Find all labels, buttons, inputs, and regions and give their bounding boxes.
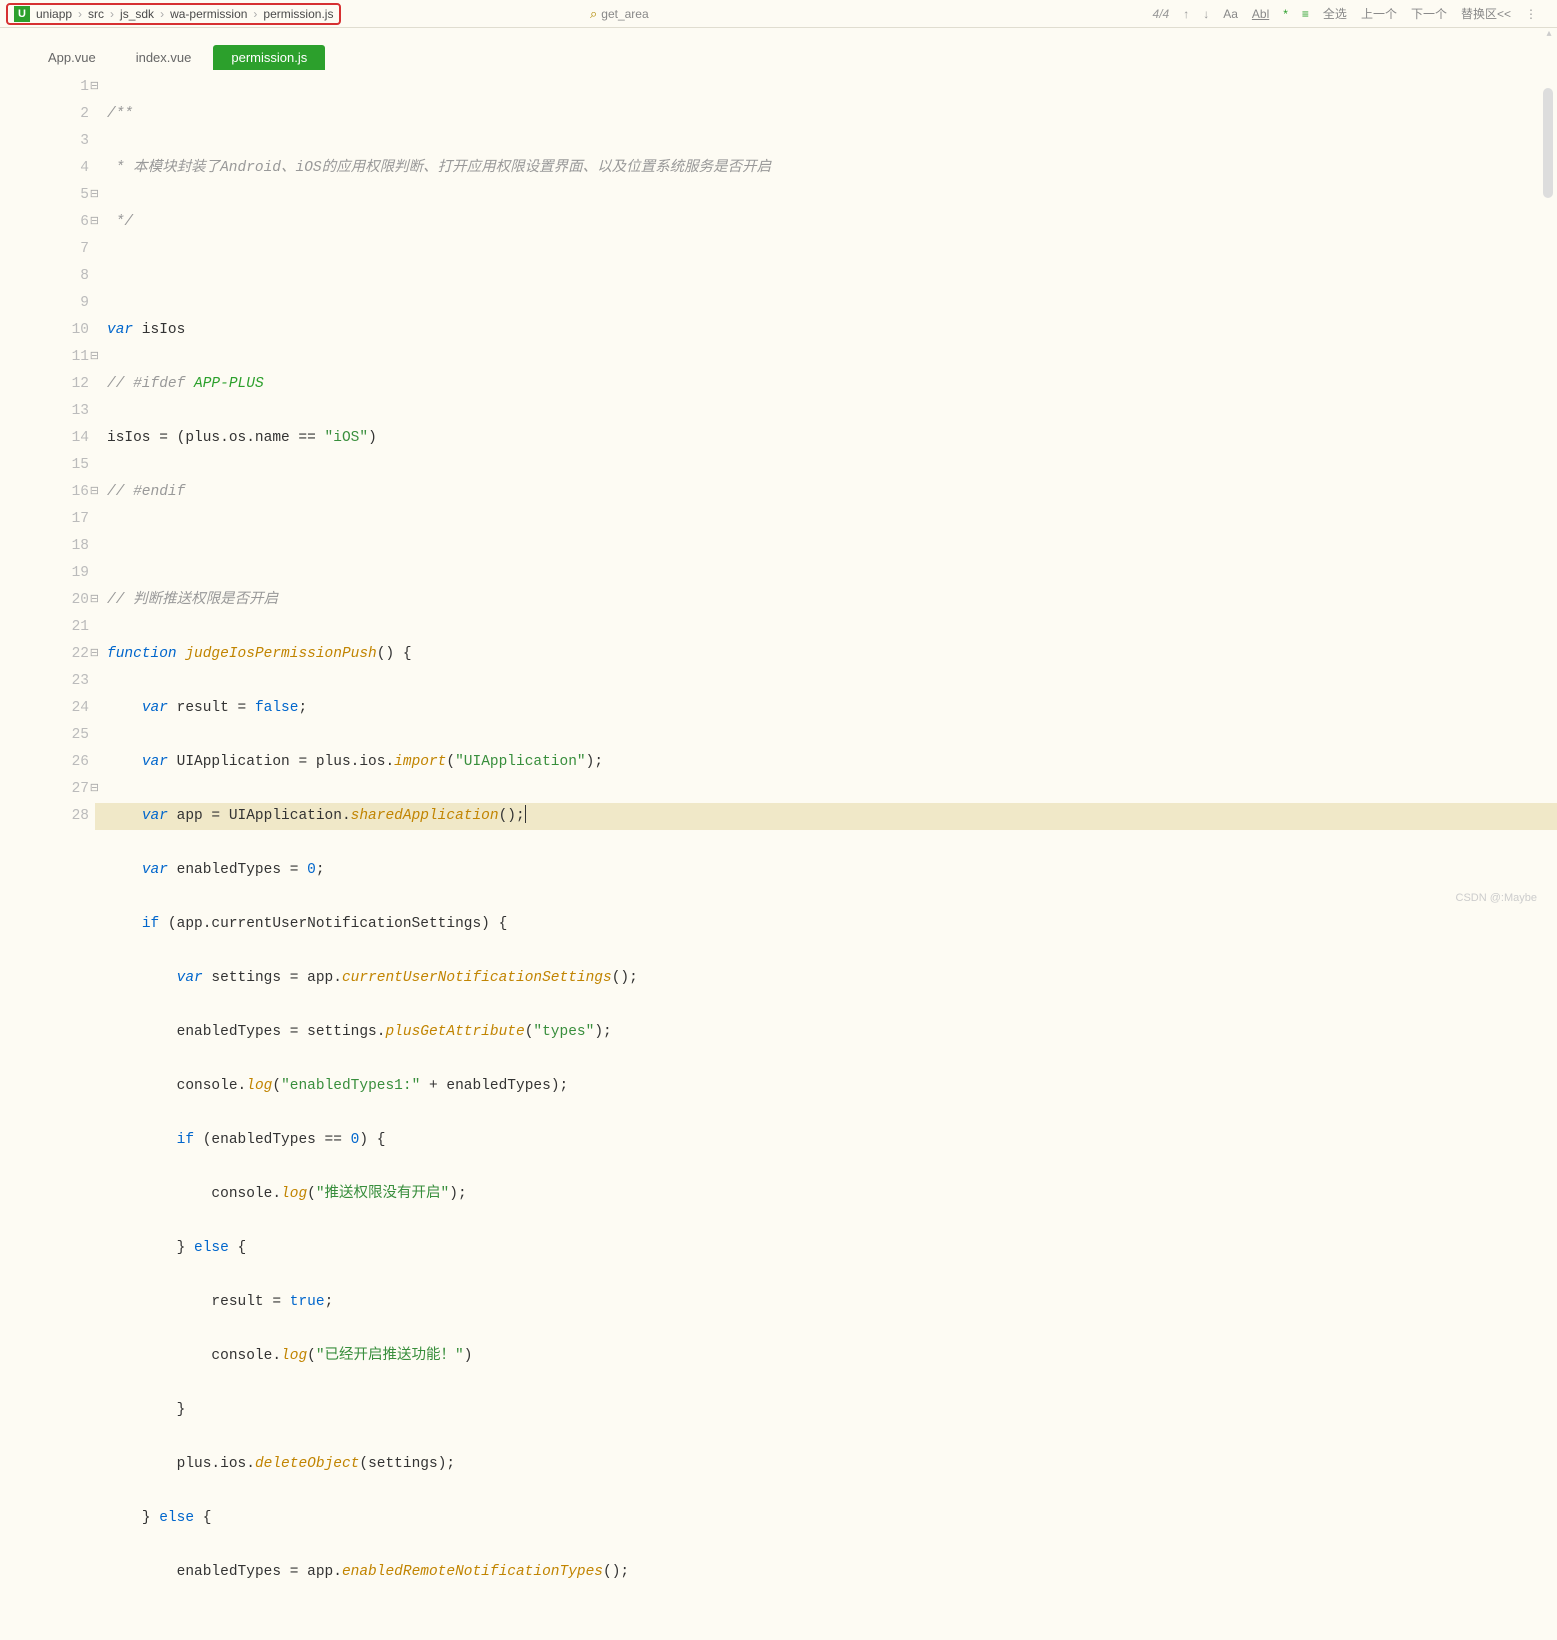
- up-arrow-icon[interactable]: ↑: [1183, 7, 1189, 21]
- breadcrumb-sep: ›: [160, 7, 164, 21]
- breadcrumb-sep: ›: [78, 7, 82, 21]
- more-icon[interactable]: ⋮: [1525, 7, 1537, 21]
- match-case-toggle[interactable]: Aa: [1223, 7, 1238, 21]
- find-toolbar: 4/4 ↑ ↓ Aa Abl * ≡ 全选 上一个 下一个 替换区<< ⋮: [1153, 5, 1537, 22]
- breadcrumb-sep: ›: [110, 7, 114, 21]
- regex-toggle[interactable]: *: [1283, 7, 1288, 21]
- tab-permission-js[interactable]: permission.js: [213, 45, 325, 70]
- breadcrumb-part[interactable]: uniapp: [36, 7, 72, 21]
- top-bar: U uniapp › src › js_sdk › wa-permission …: [0, 0, 1557, 28]
- replace-button[interactable]: 替换区<<: [1461, 5, 1511, 22]
- watermark: CSDN @:Maybe: [1456, 892, 1537, 904]
- next-button[interactable]: 下一个: [1411, 5, 1447, 22]
- breadcrumb-part[interactable]: wa-permission: [170, 7, 247, 21]
- breadcrumb-part[interactable]: permission.js: [263, 7, 333, 21]
- gutter: 1⊟ 2 3 4 5⊟ 6⊟ 7 8 9 10 11⊟ 12 13 14 15 …: [0, 70, 95, 910]
- code-area[interactable]: /** * 本模块封装了Android、iOS的应用权限判断、打开应用权限设置界…: [95, 70, 1557, 910]
- fold-icon[interactable]: ⊟: [90, 479, 99, 506]
- fold-icon[interactable]: ⊟: [90, 587, 99, 614]
- fold-icon[interactable]: ⊟: [90, 74, 99, 101]
- select-all-button[interactable]: 全选: [1323, 5, 1347, 22]
- down-arrow-icon[interactable]: ↓: [1203, 7, 1209, 21]
- fold-icon[interactable]: ⊟: [90, 641, 99, 668]
- tab-app-vue[interactable]: App.vue: [30, 45, 114, 70]
- search-top[interactable]: ⌕ get_area: [590, 6, 649, 22]
- match-count: 4/4: [1153, 7, 1170, 21]
- text-cursor: [525, 805, 526, 823]
- whole-word-toggle[interactable]: Abl: [1252, 7, 1269, 21]
- menu-icon[interactable]: ≡: [1302, 7, 1309, 21]
- fold-icon[interactable]: ⊟: [90, 344, 99, 371]
- fold-icon[interactable]: ⊟: [90, 209, 99, 236]
- search-icon: ⌕: [590, 6, 597, 22]
- vertical-scrollbar[interactable]: ▴: [1542, 28, 1556, 898]
- fold-icon[interactable]: ⊟: [90, 182, 99, 209]
- prev-button[interactable]: 上一个: [1361, 5, 1397, 22]
- scroll-up-icon[interactable]: ▴: [1542, 28, 1556, 42]
- editor[interactable]: 1⊟ 2 3 4 5⊟ 6⊟ 7 8 9 10 11⊟ 12 13 14 15 …: [0, 70, 1557, 910]
- tab-index-vue[interactable]: index.vue: [118, 45, 210, 70]
- scrollbar-thumb[interactable]: [1543, 88, 1553, 198]
- fold-icon[interactable]: ⊟: [90, 776, 99, 803]
- tabs: App.vue index.vue permission.js: [0, 40, 1557, 70]
- breadcrumb-part[interactable]: src: [88, 7, 104, 21]
- search-input[interactable]: get_area: [601, 7, 648, 21]
- uniapp-icon: U: [14, 6, 30, 22]
- breadcrumb[interactable]: U uniapp › src › js_sdk › wa-permission …: [6, 3, 341, 25]
- breadcrumb-sep: ›: [253, 7, 257, 21]
- breadcrumb-part[interactable]: js_sdk: [120, 7, 154, 21]
